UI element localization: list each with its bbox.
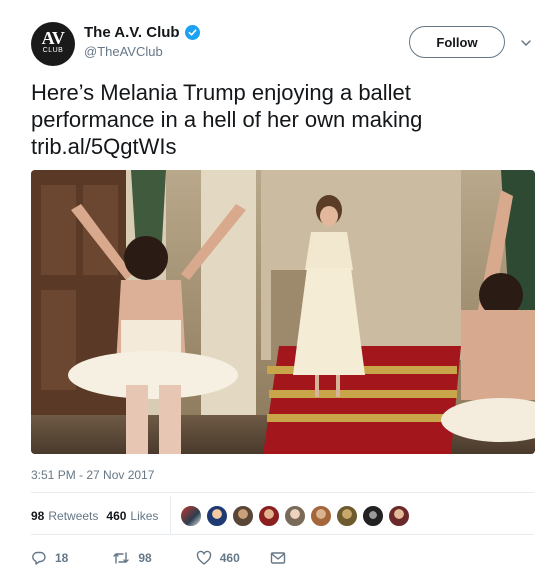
reply-count: 18 xyxy=(55,551,69,565)
divider-bottom xyxy=(31,534,534,535)
liker-avatar[interactable] xyxy=(310,505,332,527)
ballet-scene-image xyxy=(31,170,535,454)
heart-icon xyxy=(196,550,211,565)
divider-top xyxy=(31,492,534,493)
retweet-button[interactable]: 98 xyxy=(112,550,152,566)
liker-avatars xyxy=(180,505,414,527)
tweet-text-line-1: Here’s Melania Trump enjoying a ballet xyxy=(31,80,411,105)
follow-button[interactable]: Follow xyxy=(409,26,505,58)
avatar-logo-av: AV xyxy=(41,28,65,48)
liker-avatar[interactable] xyxy=(336,505,358,527)
liker-avatar[interactable] xyxy=(284,505,306,527)
likes-stat[interactable]: 460 Likes xyxy=(106,509,158,523)
liker-avatar[interactable] xyxy=(232,505,254,527)
author-avatar[interactable]: AV CLUB xyxy=(31,22,75,66)
direct-message-button[interactable] xyxy=(270,551,294,565)
reply-button[interactable]: 18 xyxy=(31,550,68,566)
chevron-down-icon[interactable] xyxy=(519,36,533,50)
tweet-text: Here’s Melania Trump enjoying a ballet p… xyxy=(31,79,531,160)
tweet-link[interactable]: trib.al/5QgtWIs xyxy=(31,133,531,160)
liker-avatar[interactable] xyxy=(388,505,410,527)
tweet-text-line-2: performance in a hell of her own making xyxy=(31,107,423,132)
retweets-count: 98 xyxy=(31,509,45,523)
retweets-stat[interactable]: 98 Retweets xyxy=(31,509,98,523)
tweet-header: AV CLUB The A.V. Club @TheAVClub Follow xyxy=(0,0,559,76)
retweets-label: Retweets xyxy=(48,509,99,523)
tweet-stats: 98 Retweets 460 Likes xyxy=(31,504,166,528)
tweet-timestamp[interactable]: 3:51 PM - 27 Nov 2017 xyxy=(31,468,154,482)
tweet-media-image[interactable] xyxy=(31,170,535,454)
envelope-icon xyxy=(270,552,285,564)
liker-avatar[interactable] xyxy=(362,505,384,527)
stats-separator xyxy=(170,496,171,534)
liker-avatar[interactable] xyxy=(180,505,202,527)
like-count: 460 xyxy=(219,551,240,565)
reply-icon xyxy=(32,551,46,565)
like-button[interactable]: 460 xyxy=(196,550,240,566)
likes-count: 460 xyxy=(106,509,127,523)
likes-label: Likes xyxy=(130,509,159,523)
avatar-logo-club: CLUB xyxy=(42,47,64,54)
author-handle[interactable]: @TheAVClub xyxy=(84,44,163,59)
liker-avatar[interactable] xyxy=(206,505,228,527)
liker-avatar[interactable] xyxy=(258,505,280,527)
verified-badge-icon xyxy=(184,25,200,40)
author-name-text: The A.V. Club xyxy=(84,24,180,41)
tweet-actions: 18 98 460 xyxy=(31,547,320,569)
retweet-icon xyxy=(113,552,130,564)
author-name[interactable]: The A.V. Club xyxy=(84,24,200,41)
retweet-count: 98 xyxy=(138,551,152,565)
